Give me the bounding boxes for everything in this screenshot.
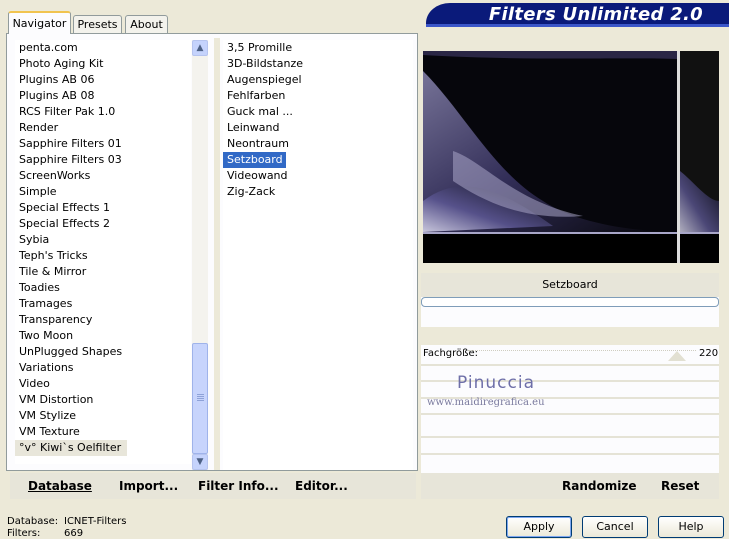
left-button-bar: Database Import... Filter Info... Editor… [10, 473, 416, 499]
filter-item[interactable]: Neontraum [223, 136, 413, 152]
watermark-name: Pinuccia [457, 373, 535, 393]
tab-about[interactable]: About [125, 15, 168, 33]
preview-image[interactable] [423, 51, 719, 263]
row-separator [421, 364, 719, 366]
category-scrollbar[interactable]: ▲ ▼ [192, 40, 208, 470]
category-item[interactable]: Transparency [15, 312, 191, 328]
parameter-slider[interactable] [468, 346, 696, 362]
filter-item[interactable]: Setzboard [223, 152, 286, 168]
category-item[interactable]: Teph's Tricks [15, 248, 191, 264]
filter-item[interactable]: 3D-Bildstanze [223, 56, 413, 72]
category-item[interactable]: Variations [15, 360, 191, 376]
category-item[interactable]: VM Texture [15, 424, 191, 440]
category-item[interactable]: ScreenWorks [15, 168, 191, 184]
category-item[interactable]: Photo Aging Kit [15, 56, 191, 72]
category-item[interactable]: Sapphire Filters 01 [15, 136, 191, 152]
list-separator [214, 38, 220, 470]
scroll-up-button[interactable]: ▲ [192, 40, 208, 56]
category-item[interactable]: Sybia [15, 232, 191, 248]
filter-item[interactable]: Zig-Zack [223, 184, 413, 200]
category-item[interactable]: Tile & Mirror [15, 264, 191, 280]
filter-name-label: Setzboard [542, 278, 598, 291]
right-button-bar: Randomize Reset [421, 473, 719, 499]
reset-button[interactable]: Reset [661, 473, 699, 499]
category-item[interactable]: Special Effects 2 [15, 216, 191, 232]
filter-item[interactable]: 3,5 Promille [223, 40, 413, 56]
row-separator [421, 453, 719, 455]
category-item[interactable]: Toadies [15, 280, 191, 296]
row-separator [421, 436, 719, 438]
filter-item[interactable]: Leinwand [223, 120, 413, 136]
import-button[interactable]: Import... [119, 473, 178, 499]
filter-item[interactable]: Augenspiegel [223, 72, 413, 88]
category-item[interactable]: Two Moon [15, 328, 191, 344]
randomize-button[interactable]: Randomize [562, 473, 636, 499]
watermark-site: www.maidiregrafica.eu [427, 397, 545, 408]
status-filters-label: Filters: [7, 528, 41, 539]
slider-track [468, 350, 696, 352]
parameter-value: 220 [699, 348, 719, 359]
category-item[interactable]: Render [15, 120, 191, 136]
category-item[interactable]: penta.com [15, 40, 191, 56]
category-item[interactable]: Simple [15, 184, 191, 200]
category-item[interactable]: Plugins AB 06 [15, 72, 191, 88]
category-list[interactable]: penta.com Photo Aging Kit Plugins AB 06 Plu… [15, 40, 191, 464]
filter-item[interactable]: Fehlfarben [223, 88, 413, 104]
filter-info-button[interactable]: Filter Info... [198, 473, 279, 499]
slider-thumb-icon[interactable] [668, 351, 686, 361]
tab-presets[interactable]: Presets [73, 15, 122, 33]
category-item[interactable]: VM Distortion [15, 392, 191, 408]
category-item[interactable]: RCS Filter Pak 1.0 [15, 104, 191, 120]
grip-icon [197, 394, 204, 402]
tab-navigator[interactable]: Navigator [8, 11, 71, 34]
category-item[interactable]: Video [15, 376, 191, 392]
category-item[interactable]: Special Effects 1 [15, 200, 191, 216]
scroll-down-button[interactable]: ▼ [192, 454, 208, 470]
database-button[interactable]: Database [28, 473, 92, 499]
category-item[interactable]: Plugins AB 08 [15, 88, 191, 104]
filter-item[interactable]: Videowand [223, 168, 413, 184]
category-item[interactable]: Sapphire Filters 03 [15, 152, 191, 168]
category-item[interactable]: UnPlugged Shapes [15, 344, 191, 360]
progress-bar [421, 297, 719, 307]
editor-button[interactable]: Editor... [295, 473, 348, 499]
status-database-label: Database: [7, 516, 59, 527]
status-database-value: ICNET-Filters [64, 516, 127, 527]
category-item[interactable]: °v° Kiwi`s Oelfilter [15, 440, 128, 456]
row-separator [421, 413, 719, 415]
category-item[interactable]: VM Stylize [15, 408, 191, 424]
scroll-thumb[interactable] [192, 343, 208, 454]
app-title-banner: Filters Unlimited 2.0 [426, 3, 729, 27]
category-item[interactable]: Tramages [15, 296, 191, 312]
status-filters-value: 669 [64, 528, 84, 539]
app-title: Filters Unlimited 2.0 [488, 4, 703, 25]
filter-item[interactable]: Guck mal ... [223, 104, 413, 120]
filter-list[interactable]: 3,5 Promille 3D-Bildstanze Augenspiegel Feh… [223, 40, 413, 470]
row-separator [421, 327, 719, 345]
